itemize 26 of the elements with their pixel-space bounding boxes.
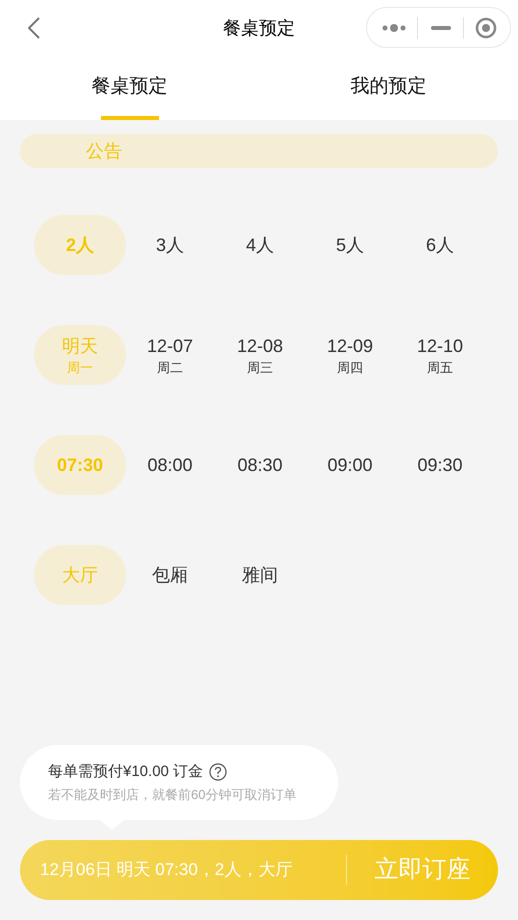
option-chip[interactable]: 6人	[394, 215, 486, 275]
back-icon[interactable]	[28, 17, 40, 39]
booking-summary: 12月06日 明天 07:30，2人，大厅	[39, 859, 294, 882]
close-icon[interactable]	[475, 16, 497, 38]
deposit-text: 每单需预付¥10.00 订金	[48, 762, 204, 782]
option-chip[interactable]: 12-10 周五	[394, 325, 486, 385]
option-chip[interactable]: 12-07 周二	[124, 325, 216, 385]
option-chip[interactable]: 09:00	[304, 435, 396, 495]
option-chip[interactable]: 08:00	[124, 435, 216, 495]
option-chip[interactable]: 3人	[124, 215, 216, 275]
option-chip[interactable]: 12-08 周三	[214, 325, 306, 385]
page-title: 餐桌预定	[223, 16, 295, 40]
option-chip[interactable]: 包厢	[124, 545, 216, 605]
option-chip[interactable]: 5人	[304, 215, 396, 275]
option-chip[interactable]: 08:30	[214, 435, 306, 495]
help-icon[interactable]	[209, 762, 228, 781]
option-chip[interactable]: 4人	[214, 215, 306, 275]
cancel-note: 若不能及时到店，就餐前60分钟可取消订单	[48, 786, 298, 804]
notice-text: 公告	[86, 140, 122, 162]
more-icon[interactable]	[381, 24, 407, 32]
tab[interactable]: 我的预定	[259, 56, 518, 120]
option-chip[interactable]: 09:30	[394, 435, 486, 495]
minimize-icon[interactable]	[431, 26, 451, 30]
option-chip[interactable]: 雅间	[214, 545, 306, 605]
option-chip[interactable]: 12-09 周四	[304, 325, 396, 385]
tab[interactable]: 餐桌预定	[0, 56, 259, 120]
